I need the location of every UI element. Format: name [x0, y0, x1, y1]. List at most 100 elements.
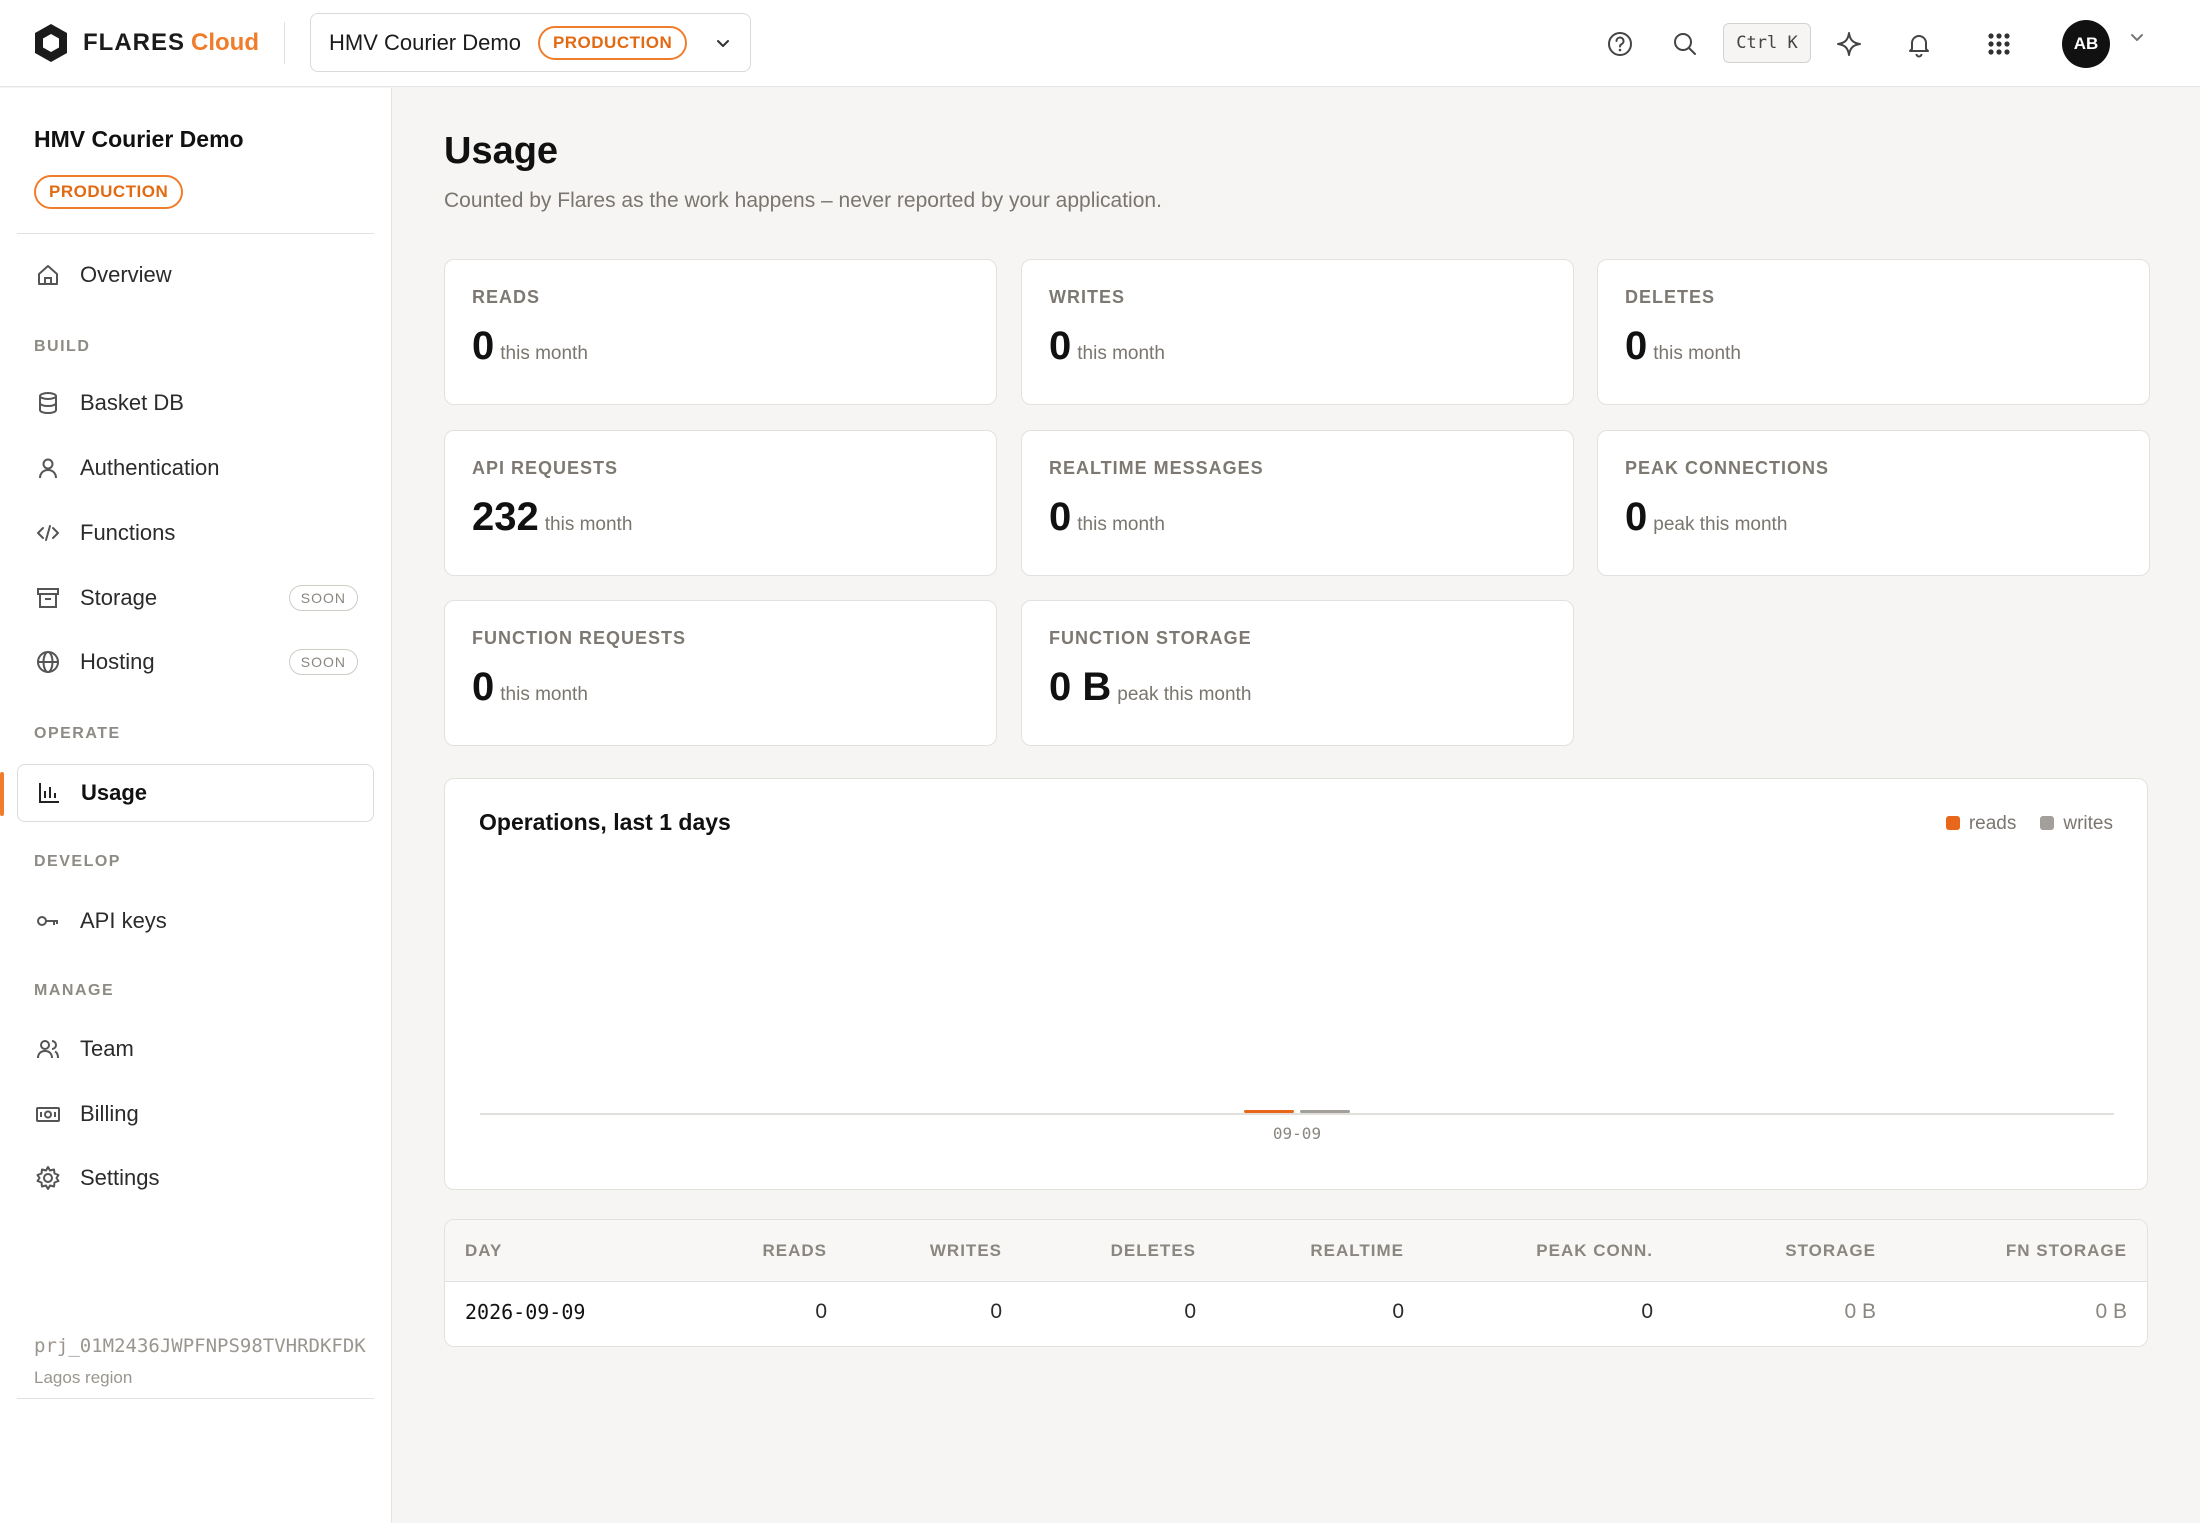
brand-suffix: Cloud [191, 29, 259, 56]
divider [17, 1398, 374, 1399]
section-heading-develop: DEVELOP [34, 853, 121, 870]
sidebar-item-basket-db[interactable]: Basket DB [17, 374, 374, 432]
help-icon[interactable] [1605, 29, 1635, 59]
sidebar-item-label: Overview [80, 262, 172, 287]
cell-reads: 0 [815, 1300, 827, 1323]
operations-chart-card: Operations, last 1 days reads writes 09-… [444, 778, 2148, 1190]
metric-label: REALTIME MESSAGES [1049, 458, 1264, 478]
active-indicator [0, 772, 4, 816]
metric-card-function-requests: FUNCTION REQUESTS 0 this month [444, 600, 997, 746]
brand-name: FLARES [83, 29, 185, 56]
bar-chart-icon [35, 779, 63, 807]
sidebar-item-label: Settings [80, 1165, 160, 1190]
sidebar-item-overview[interactable]: Overview [17, 246, 374, 304]
sidebar-item-functions[interactable]: Functions [17, 504, 374, 562]
env-badge: PRODUCTION [34, 175, 184, 209]
brand-logo[interactable]: FLARES Cloud [33, 22, 259, 64]
usage-table: DAY READS WRITES DELETES REALTIME PEAK C… [444, 1219, 2148, 1347]
top-bar: FLARES Cloud HMV Courier Demo PRODUCTION … [0, 0, 2200, 87]
cell-day: 2026-09-09 [465, 1300, 586, 1324]
divider [284, 22, 285, 64]
sidebar-item-api-keys[interactable]: API keys [17, 892, 374, 950]
sidebar-item-label: Team [80, 1036, 134, 1061]
globe-icon [34, 648, 62, 676]
sparkle-icon[interactable] [1834, 29, 1864, 59]
sidebar-item-team[interactable]: Team [17, 1020, 374, 1078]
sidebar-item-label: Basket DB [80, 390, 184, 415]
command-shortcut[interactable]: Ctrl K [1723, 23, 1811, 63]
column-header-day: DAY [465, 1241, 503, 1260]
sidebar-item-label: API keys [80, 908, 167, 933]
metric-label: API REQUESTS [472, 458, 619, 478]
key-icon [34, 907, 62, 935]
env-badge: PRODUCTION [537, 25, 688, 60]
chevron-down-icon [714, 34, 732, 52]
page-subtitle: Counted by Flares as the work happens – … [444, 189, 1162, 212]
metric-label: WRITES [1049, 287, 1125, 307]
column-header-reads: READS [762, 1241, 827, 1260]
bell-icon[interactable] [1904, 29, 1934, 59]
metric-unit: this month [1077, 343, 1165, 364]
code-icon [34, 519, 62, 547]
metric-label: PEAK CONNECTIONS [1625, 458, 1830, 478]
metric-value: 0 [472, 324, 495, 368]
bar-writes-09-09 [1300, 1110, 1350, 1113]
metric-card-api-requests: API REQUESTS 232 this month [444, 430, 997, 576]
search-icon[interactable] [1670, 29, 1700, 59]
column-header-deletes: DELETES [1110, 1241, 1196, 1260]
column-header-peak-conn: PEAK CONN. [1536, 1241, 1653, 1260]
sidebar-item-billing[interactable]: Billing [17, 1085, 374, 1143]
avatar[interactable]: AB [2062, 20, 2110, 68]
hexagon-logo-icon [35, 24, 67, 62]
sidebar-item-settings[interactable]: Settings [17, 1149, 374, 1207]
column-header-writes: WRITES [929, 1241, 1002, 1260]
operations-chart: 09-09 [480, 1110, 2114, 1143]
metric-unit: peak this month [1653, 514, 1788, 535]
metric-card-writes: WRITES 0 this month [1021, 259, 1574, 405]
sidebar-item-hosting[interactable]: Hosting SOON [17, 633, 374, 691]
metric-label: DELETES [1625, 287, 1716, 307]
column-header-fn-storage: FN STORAGE [2005, 1241, 2127, 1260]
divider [17, 233, 374, 234]
sidebar-item-storage[interactable]: Storage SOON [17, 569, 374, 627]
cell-storage: 0 B [1844, 1300, 1876, 1323]
metric-value: 0 [1625, 495, 1648, 539]
project-name: HMV Courier Demo [329, 29, 521, 55]
project-id: prj_01M2436JWPFNPS98TVHRDKFDK [34, 1335, 366, 1357]
metric-value: 0 [1049, 495, 1072, 539]
metric-value: 232 [472, 495, 539, 539]
soon-badge: SOON [288, 649, 358, 675]
apps-grid-icon[interactable] [1984, 29, 2014, 59]
x-tick-label: 09-09 [1273, 1124, 1321, 1143]
column-header-storage: STORAGE [1785, 1241, 1876, 1260]
sidebar-item-usage[interactable]: Usage [17, 764, 374, 822]
sidebar-item-authentication[interactable]: Authentication [17, 439, 374, 497]
section-heading-manage: MANAGE [34, 982, 115, 999]
cell-fn-storage: 0 B [2095, 1300, 2127, 1323]
chevron-down-icon[interactable] [2128, 28, 2146, 51]
soon-badge: SOON [288, 585, 358, 611]
gear-icon [34, 1164, 62, 1192]
section-heading-operate: OPERATE [34, 725, 121, 742]
user-icon [34, 454, 62, 482]
project-switcher[interactable]: HMV Courier Demo PRODUCTION [310, 13, 751, 72]
cell-peak-conn: 0 [1641, 1300, 1653, 1323]
project-region: Lagos region [34, 1368, 133, 1387]
metric-card-peak-connections: PEAK CONNECTIONS 0 peak this month [1597, 430, 2150, 576]
database-icon [34, 389, 62, 417]
cell-deletes: 0 [1184, 1300, 1196, 1323]
sidebar-item-label: Usage [81, 780, 148, 805]
cell-realtime: 0 [1392, 1300, 1404, 1323]
metric-unit: peak this month [1117, 684, 1252, 705]
metric-card-function-storage: FUNCTION STORAGE 0 Bpeak this month [1021, 600, 1574, 746]
metric-unit: this month [1077, 514, 1165, 535]
metric-unit: this month [1653, 343, 1741, 364]
sidebar-item-label: Hosting [80, 649, 155, 674]
bar-reads-09-09 [1244, 1110, 1294, 1113]
metric-card-deletes: DELETES 0 this month [1597, 259, 2150, 405]
metric-unit: this month [500, 343, 588, 364]
section-heading-build: BUILD [34, 338, 91, 355]
cell-writes: 0 [990, 1300, 1002, 1323]
users-icon [34, 1035, 62, 1063]
sidebar: HMV Courier Demo PRODUCTION Overview BUI… [0, 88, 392, 1523]
